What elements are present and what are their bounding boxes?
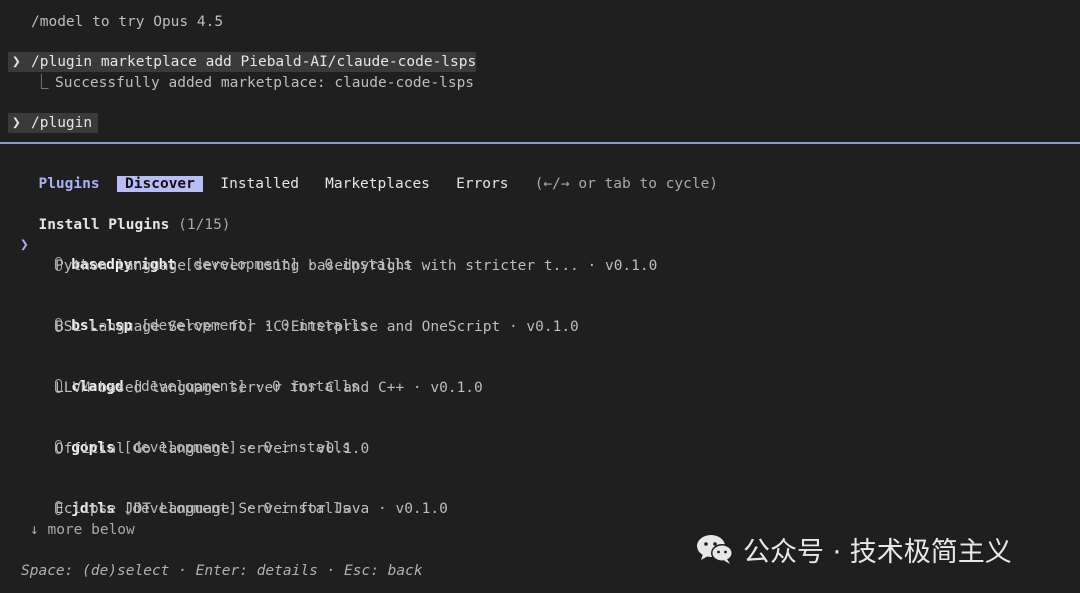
watermark: 公众号 · 技术极简主义 [695, 531, 1012, 568]
tab-errors[interactable]: Errors [456, 176, 508, 192]
prompt-icon: ❯ [12, 54, 21, 70]
tab-bar: Plugins Discover Installed Marketplaces … [21, 154, 718, 194]
selection-cursor-icon: ❯ [20, 237, 29, 253]
panel-title: Plugins [38, 176, 100, 192]
command-marketplace-add: /plugin marketplace add Piebald-AI/claud… [31, 54, 477, 70]
result-branch-icon: ⎿ [34, 75, 49, 91]
plugin-description: BSL Language Server for 1C:Enterprise an… [55, 319, 579, 335]
wechat-icon [697, 535, 733, 564]
model-hint-line: /model to try Opus 4.5 [31, 14, 224, 30]
plugin-description: Python language server using basedpyrigh… [55, 258, 658, 274]
plugin-description: Official Go language server · v0.1.0 [55, 441, 370, 457]
watermark-text: 公众号 · 技术极简主义 [743, 536, 1012, 568]
tab-cycle-hint: (←/→ or tab to cycle) [534, 176, 719, 192]
list-position: (1/15) [178, 217, 231, 233]
prompt-icon: ❯ [12, 115, 21, 131]
command-result: Successfully added marketplace: claude-c… [55, 75, 475, 91]
more-below-hint: ↓ more below [30, 522, 135, 538]
plugin-description: Eclipse JDT Language Server for Java · v… [55, 501, 448, 517]
tab-marketplaces[interactable]: Marketplaces [325, 176, 430, 192]
plugin-description: LLVM-based language server for C and C++… [55, 380, 483, 396]
tab-installed[interactable]: Installed [220, 176, 299, 192]
list-title: Install Plugins [38, 217, 170, 233]
keyboard-help: Space: (de)select · Enter: details · Esc… [21, 563, 423, 579]
command-plugin: /plugin [31, 115, 93, 131]
panel-divider [0, 142, 1080, 144]
tab-discover[interactable]: Discover [117, 176, 203, 192]
list-heading: Install Plugins (1/15) [21, 195, 231, 235]
